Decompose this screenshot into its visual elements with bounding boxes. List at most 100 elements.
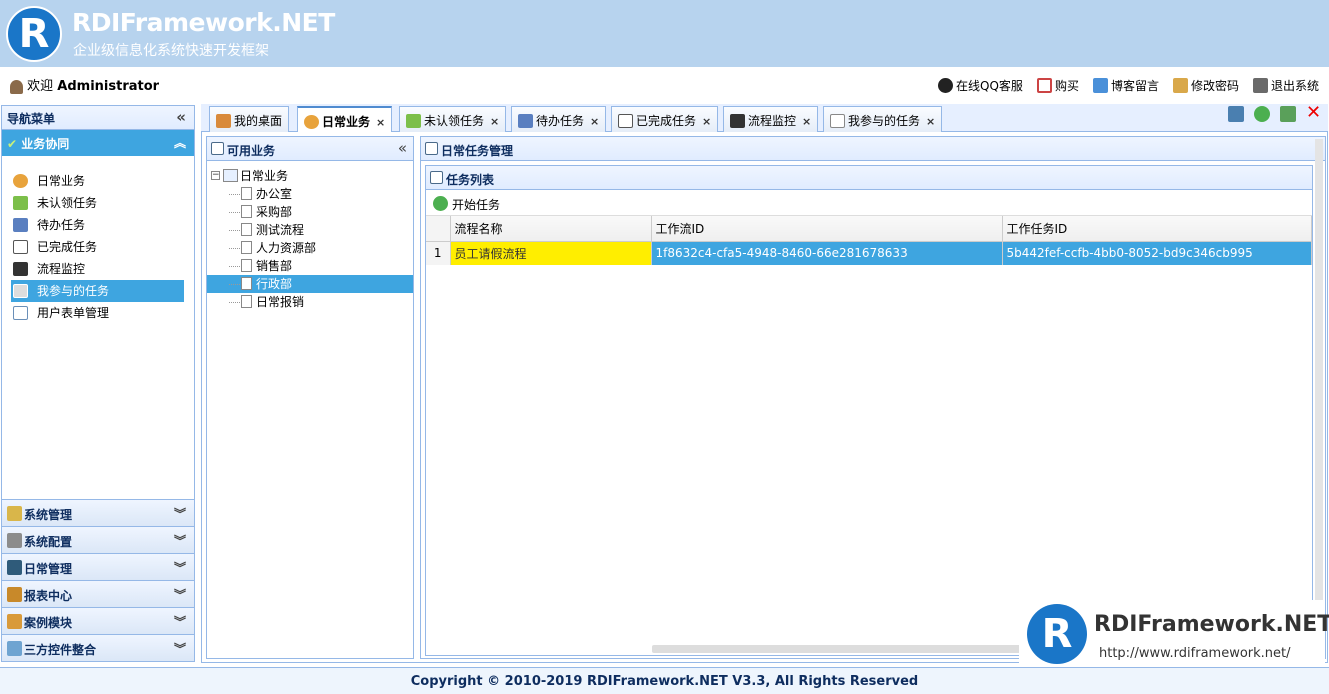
qq-support-link[interactable]: 在线QQ客服 <box>938 77 1023 94</box>
check-icon: ✔ <box>7 137 18 151</box>
chevron-down-icon[interactable]: ︾ <box>174 640 186 657</box>
close-icon[interactable]: × <box>926 115 935 128</box>
menu-item-daily-business[interactable]: 日常业务 <box>11 170 184 192</box>
grid-header: 任务列表 <box>426 166 1312 190</box>
start-task-button[interactable]: 开始任务 <box>452 198 500 212</box>
chevron-down-icon[interactable]: ︾ <box>174 532 186 549</box>
tree-node-selected[interactable]: 行政部 <box>207 275 413 293</box>
close-icon[interactable]: × <box>702 115 711 128</box>
logout-link[interactable]: 退出系统 <box>1252 77 1319 94</box>
accordion-system-config[interactable]: 系统配置 ︾ <box>2 526 194 553</box>
buy-link[interactable]: 购买 <box>1036 77 1079 94</box>
chevron-down-icon[interactable]: ︾ <box>174 505 186 522</box>
qq-icon <box>938 78 954 93</box>
daily-business-icon <box>304 115 319 129</box>
workflow-id-cell[interactable]: 1f8632c4-cfa5-4948-8460-66e281678633 <box>651 241 1003 265</box>
welcome-text: 欢迎 Administrator <box>10 75 159 94</box>
tab-my-tasks[interactable]: 我参与的任务 × <box>823 106 943 132</box>
task-management-panel: 日常任务管理 任务列表 开始任务 流程名称 工作流ID 工作任务ID 1 员工请… <box>420 136 1326 659</box>
tab-completed-tasks[interactable]: 已完成任务 × <box>611 106 719 132</box>
chevron-down-icon[interactable]: ︾ <box>174 586 186 603</box>
logout-icon <box>1252 78 1268 93</box>
accordion-third-party[interactable]: 三方控件整合 ︾ <box>2 634 194 661</box>
column-header[interactable]: 工作流ID <box>651 216 1003 242</box>
user-bar: 欢迎 Administrator 在线QQ客服 购买 博客留言 修改密码 退出系… <box>0 67 1329 101</box>
task-id-cell[interactable]: 5b442fef-ccfb-4bb0-8052-bd9c346cb995 <box>1002 241 1312 265</box>
unclaimed-icon <box>13 196 28 210</box>
watermark-logo: R <box>1027 604 1087 664</box>
completed-icon <box>13 240 28 254</box>
close-icon[interactable]: × <box>376 116 385 129</box>
file-icon <box>241 259 252 272</box>
blog-link[interactable]: 博客留言 <box>1092 77 1159 94</box>
forms-icon <box>13 306 28 320</box>
change-password-link[interactable]: 修改密码 <box>1172 77 1239 94</box>
collapse-tree-icon[interactable]: « <box>398 139 407 157</box>
available-business-panel: 可用业务 « − 日常业务 办公室 采购部 测试流程 人力资源部 销售部 行政部… <box>206 136 414 659</box>
close-icon[interactable]: × <box>802 115 811 128</box>
blog-icon <box>1092 78 1108 93</box>
tree-node[interactable]: 销售部 <box>207 257 413 275</box>
tree-node[interactable]: 日常报销 <box>207 293 413 311</box>
brand-title: RDIFramework.NET <box>72 8 335 37</box>
process-name-cell[interactable]: 员工请假流程 <box>450 241 652 265</box>
tree-node[interactable]: 人力资源部 <box>207 239 413 257</box>
table-row[interactable]: 1 员工请假流程 1f8632c4-cfa5-4948-8460-66e2816… <box>426 241 1312 265</box>
chevron-down-icon[interactable]: ︾ <box>174 559 186 576</box>
tab-my-desktop[interactable]: 我的桌面 <box>209 106 290 132</box>
tab-todo-tasks[interactable]: 待办任务 × <box>511 106 607 132</box>
tab-unclaimed-tasks[interactable]: 未认领任务 × <box>399 106 507 132</box>
menu-item-process-monitor[interactable]: 流程监控 <box>11 258 184 280</box>
refresh-icon[interactable] <box>1254 106 1270 122</box>
chevron-up-icon[interactable]: ︽ <box>174 134 186 151</box>
nav-panel: 导航菜单 « ✔ 业务协同 ︽ 日常业务 未认领任务 待办任务 已完成任务 流程… <box>1 105 195 662</box>
business-menu: 日常业务 未认领任务 待办任务 已完成任务 流程监控 我参与的任务 用户表单管理 <box>2 156 194 324</box>
close-icon[interactable]: × <box>590 115 599 128</box>
brand-subtitle: 企业级信息化系统快速开发框架 <box>73 43 269 59</box>
watermark-url: http://www.rdiframework.net/ <box>1099 646 1291 661</box>
grid-icon <box>430 171 443 184</box>
system-management-icon <box>7 506 22 521</box>
tree-panel-header: 可用业务 « <box>207 137 413 161</box>
desktop-icon[interactable] <box>1228 106 1244 122</box>
my-tasks-icon <box>13 284 28 298</box>
menu-item-my-tasks[interactable]: 我参与的任务 <box>11 280 184 302</box>
tab-daily-business[interactable]: 日常业务 × <box>297 106 393 133</box>
close-icon[interactable]: × <box>490 115 499 128</box>
fullscreen-icon[interactable] <box>1280 106 1296 122</box>
menu-item-completed-tasks[interactable]: 已完成任务 <box>11 236 184 258</box>
task-table: 流程名称 工作流ID 工作任务ID 1 员工请假流程 1f8632c4-cfa5… <box>426 216 1312 265</box>
accordion-case-module[interactable]: 案例模块 ︾ <box>2 607 194 634</box>
accordion-business[interactable]: ✔ 业务协同 ︽ <box>2 130 194 156</box>
report-icon <box>7 587 22 602</box>
accordion-groups: 系统管理 ︾ 系统配置 ︾ 日常管理 ︾ 报表中心 ︾ 案例模块 ︾ 三方控件整合 ︾ <box>2 499 194 661</box>
accordion-report-center[interactable]: 报表中心 ︾ <box>2 580 194 607</box>
grid-toolbar: 开始任务 <box>426 190 1312 216</box>
tree-node[interactable]: 测试流程 <box>207 221 413 239</box>
footer: Copyright © 2010-2019 RDIFramework.NET V… <box>0 667 1329 694</box>
main-panel-header: 日常任务管理 <box>421 137 1325 161</box>
menu-item-unclaimed-tasks[interactable]: 未认领任务 <box>11 192 184 214</box>
folder-icon <box>223 169 238 182</box>
start-task-icon <box>433 196 448 211</box>
tree-root-node[interactable]: − 日常业务 <box>207 167 413 185</box>
close-all-icon[interactable]: ✕ <box>1306 104 1322 122</box>
menu-item-todo-tasks[interactable]: 待办任务 <box>11 214 184 236</box>
accordion-system-management[interactable]: 系统管理 ︾ <box>2 499 194 526</box>
file-icon <box>241 205 252 218</box>
logo: R <box>6 6 62 62</box>
menu-item-user-forms[interactable]: 用户表单管理 <box>11 302 184 324</box>
app-header: R RDIFramework.NET 企业级信息化系统快速开发框架 <box>0 0 1329 67</box>
collapse-node-icon[interactable]: − <box>211 171 220 180</box>
chevron-down-icon[interactable]: ︾ <box>174 613 186 630</box>
tab-process-monitor[interactable]: 流程监控 × <box>723 106 819 132</box>
tree-node[interactable]: 办公室 <box>207 185 413 203</box>
column-header[interactable]: 工作任务ID <box>1002 216 1312 242</box>
collapse-nav-icon[interactable]: « <box>176 108 186 126</box>
accordion-daily-management[interactable]: 日常管理 ︾ <box>2 553 194 580</box>
column-header[interactable]: 流程名称 <box>450 216 652 242</box>
file-icon <box>241 223 252 236</box>
tree-node[interactable]: 采购部 <box>207 203 413 221</box>
file-icon <box>241 277 252 290</box>
vertical-scrollbar[interactable] <box>1315 139 1323 658</box>
